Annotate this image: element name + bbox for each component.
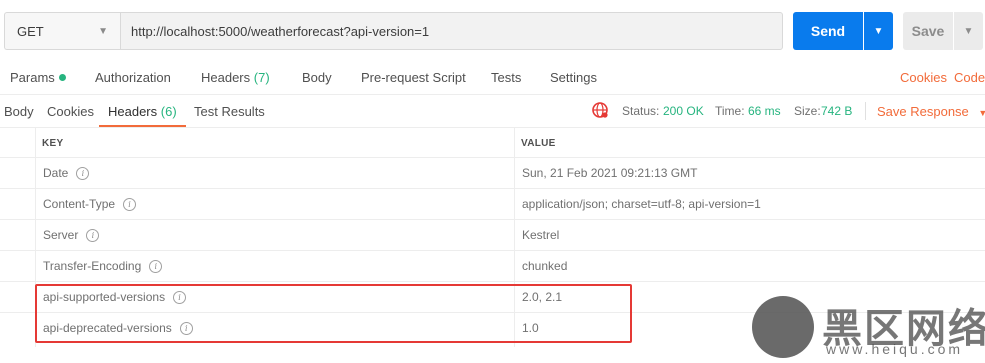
response-tab-headers-label: Headers xyxy=(108,104,158,119)
response-tab-body[interactable]: Body xyxy=(4,104,34,119)
header-value: application/json; charset=utf-8; api-ver… xyxy=(522,197,761,211)
save-response-button[interactable]: Save Response ▼ xyxy=(877,104,985,119)
tab-tests-label: Tests xyxy=(491,70,522,85)
header-key: Server xyxy=(43,228,79,242)
save-button[interactable]: Save xyxy=(903,12,953,50)
chevron-down-icon: ▼ xyxy=(978,108,985,118)
tab-params-label: Params xyxy=(10,70,55,85)
tab-pre-request-script-label: Pre-request Script xyxy=(361,70,466,85)
row-divider xyxy=(0,250,985,251)
url-value: http://localhost:5000/weatherforecast?ap… xyxy=(131,23,430,39)
code-link[interactable]: Code xyxy=(954,70,985,85)
size-value[interactable]: 742 B xyxy=(821,104,852,118)
tab-headers[interactable]: Headers (7) xyxy=(201,70,270,85)
header-key: Content-Type xyxy=(43,197,116,211)
method-select[interactable]: GET ▼ xyxy=(4,12,120,50)
status-value[interactable]: 200 OK xyxy=(663,104,704,118)
status-label: Status: xyxy=(622,104,660,118)
response-tab-test-results[interactable]: Test Results xyxy=(194,104,265,119)
tab-headers-count: (7) xyxy=(253,70,270,85)
response-tab-body-label: Body xyxy=(4,104,34,119)
highlight-annotation-box xyxy=(35,284,632,343)
key-column-header: KEY xyxy=(42,138,64,149)
save-response-label: Save Response xyxy=(877,104,969,119)
size-label: Size: xyxy=(794,104,821,118)
table-row-key: Date i xyxy=(43,166,90,180)
status-divider xyxy=(865,102,866,120)
time-value[interactable]: 66 ms xyxy=(748,104,781,118)
send-options-chevron-icon[interactable]: ▼ xyxy=(864,12,893,50)
info-icon[interactable]: i xyxy=(149,259,163,273)
response-tab-cookies[interactable]: Cookies xyxy=(47,104,94,119)
table-row-key: Content-Type i xyxy=(43,197,137,211)
response-tab-headers-count: (6) xyxy=(160,104,177,119)
row-divider xyxy=(0,281,985,282)
tab-body[interactable]: Body xyxy=(302,70,332,85)
send-button[interactable]: Send xyxy=(793,12,863,50)
tab-params[interactable]: Params xyxy=(10,70,66,85)
watermark-url: www.heiqu.com xyxy=(826,341,964,357)
info-icon[interactable]: i xyxy=(123,197,137,211)
method-value: GET xyxy=(17,23,44,39)
table-row-key: Transfer-Encoding i xyxy=(43,259,163,273)
response-tab-test-results-label: Test Results xyxy=(194,104,265,119)
table-top-border xyxy=(0,127,985,128)
row-divider xyxy=(0,219,985,220)
tab-authorization-label: Authorization xyxy=(95,70,171,85)
table-row-key: Server i xyxy=(43,228,100,242)
tab-body-label: Body xyxy=(302,70,332,85)
header-value: chunked xyxy=(522,259,568,273)
globe-icon[interactable] xyxy=(591,101,609,119)
response-tab-headers[interactable]: Headers (6) xyxy=(108,104,177,119)
watermark-logo-icon xyxy=(752,296,814,358)
tab-authorization[interactable]: Authorization xyxy=(95,70,171,85)
tab-headers-label: Headers xyxy=(201,70,251,85)
info-icon[interactable]: i xyxy=(76,166,90,180)
response-tab-cookies-label: Cookies xyxy=(47,104,94,119)
params-active-dot-icon xyxy=(58,74,66,81)
save-options-chevron-icon[interactable]: ▼ xyxy=(954,12,983,50)
tabs-divider xyxy=(0,94,985,95)
chevron-down-icon: ▼ xyxy=(98,25,108,37)
value-column-header: VALUE xyxy=(521,138,556,149)
time-label: Time: xyxy=(715,104,745,118)
header-value: Sun, 21 Feb 2021 09:21:13 GMT xyxy=(522,166,698,180)
header-key: Date xyxy=(43,166,69,180)
tab-tests[interactable]: Tests xyxy=(491,70,521,85)
tab-pre-request-script[interactable]: Pre-request Script xyxy=(361,70,466,85)
cookies-link[interactable]: Cookies xyxy=(900,70,947,85)
info-icon[interactable]: i xyxy=(86,228,100,242)
url-input[interactable]: http://localhost:5000/weatherforecast?ap… xyxy=(120,12,783,50)
row-divider xyxy=(0,188,985,189)
header-key: Transfer-Encoding xyxy=(43,259,142,273)
tab-settings[interactable]: Settings xyxy=(550,70,597,85)
header-value: Kestrel xyxy=(522,228,560,242)
tab-settings-label: Settings xyxy=(550,70,597,85)
row-divider xyxy=(0,157,985,158)
